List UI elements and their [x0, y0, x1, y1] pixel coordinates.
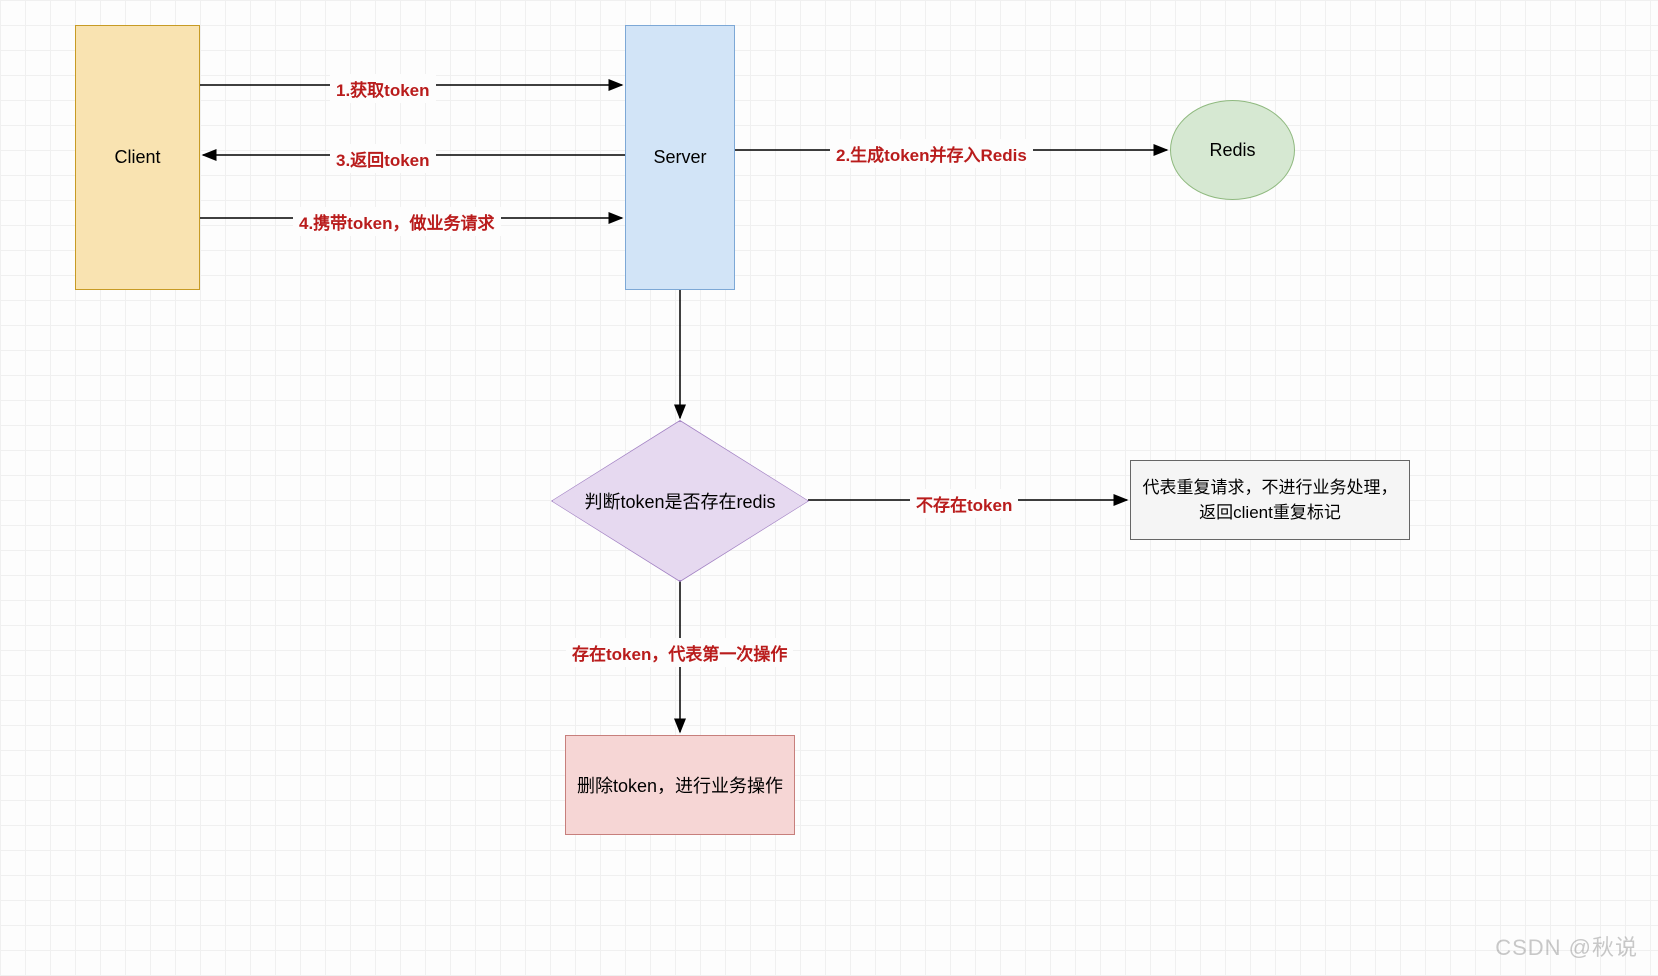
- server-node: Server: [625, 25, 735, 290]
- action-node: 删除token，进行业务操作: [565, 735, 795, 835]
- decision-label: 判断token是否存在redis: [584, 488, 775, 514]
- decision-node: 判断token是否存在redis: [552, 421, 808, 581]
- edge-label-1: 1.获取token: [330, 74, 436, 103]
- edge-label-3: 3.返回token: [330, 144, 436, 173]
- edge-label-2: 2.生成token并存入Redis: [830, 139, 1033, 168]
- client-node: Client: [75, 25, 200, 290]
- edge-label-6: 存在token，代表第一次操作: [566, 638, 793, 667]
- action-label: 删除token，进行业务操作: [577, 772, 783, 798]
- edge-label-5: 不存在token: [910, 489, 1018, 518]
- redis-label: Redis: [1209, 140, 1255, 161]
- server-label: Server: [653, 147, 706, 168]
- result-node: 代表重复请求，不进行业务处理，返回client重复标记: [1130, 460, 1410, 540]
- redis-node: Redis: [1170, 100, 1295, 200]
- result-label: 代表重复请求，不进行业务处理，返回client重复标记: [1139, 475, 1401, 526]
- watermark: CSDN @秋说: [1495, 930, 1638, 962]
- client-label: Client: [114, 147, 160, 168]
- edge-label-4: 4.携带token，做业务请求: [293, 207, 501, 236]
